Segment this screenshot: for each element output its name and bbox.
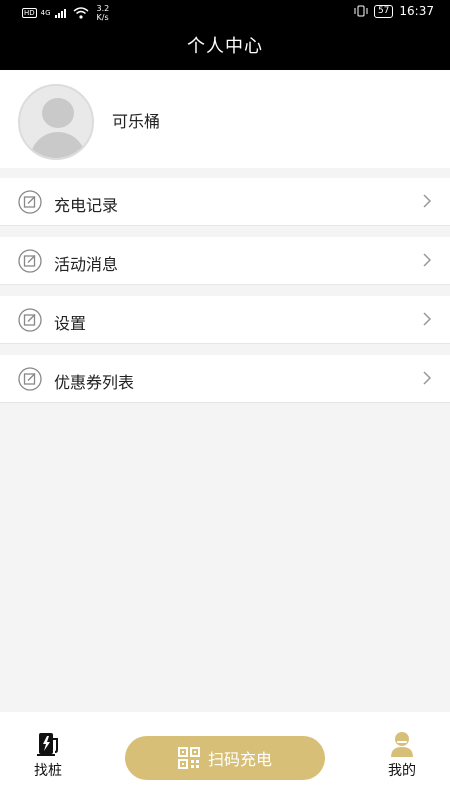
charging-station-icon	[37, 733, 58, 756]
tab-label: 找桩	[34, 763, 62, 779]
status-left: HD 4G 3.2 K/s	[22, 4, 109, 22]
edit-icon	[18, 308, 42, 332]
profile-card[interactable]: 可乐桶	[0, 70, 450, 168]
menu-item-activity-messages[interactable]: 活动消息	[0, 237, 450, 285]
user-icon	[391, 732, 413, 757]
speed-value: 3.2	[96, 4, 110, 13]
clock: 16:37	[399, 4, 434, 18]
speed-unit: K/s	[96, 13, 109, 22]
status-right: 57 16:37	[354, 4, 434, 18]
page-title: 个人中心	[0, 24, 450, 70]
vibrate-icon	[354, 5, 368, 17]
battery-icon: 57	[373, 4, 394, 18]
menu-item-label: 设置	[54, 314, 87, 333]
avatar[interactable]	[18, 84, 94, 160]
menu-item-charge-records[interactable]: 充电记录	[0, 178, 450, 226]
bottom-tab-bar: 找桩 扫码充电 我的	[0, 712, 450, 800]
tab-find-pile[interactable]: 找桩	[18, 730, 78, 780]
chevron-right-icon	[423, 312, 432, 326]
network-speed: 3.2 K/s	[97, 4, 110, 22]
wifi-icon	[73, 7, 89, 19]
chevron-right-icon	[423, 253, 432, 267]
qr-code-icon	[177, 747, 200, 769]
signal-icon	[54, 9, 66, 18]
edit-icon	[18, 190, 42, 214]
menu-item-label: 优惠券列表	[54, 373, 135, 392]
menu-item-coupons[interactable]: 优惠券列表	[0, 355, 450, 403]
menu-item-label: 活动消息	[54, 255, 119, 274]
edit-icon	[18, 249, 42, 273]
hd-badge: HD	[22, 8, 37, 18]
chevron-right-icon	[423, 194, 432, 208]
chevron-right-icon	[423, 371, 432, 385]
menu-item-label: 充电记录	[54, 196, 119, 215]
menu-item-settings[interactable]: 设置	[0, 296, 450, 344]
scan-charge-label: 扫码充电	[207, 750, 272, 769]
avatar-body	[30, 132, 86, 158]
tab-mine[interactable]: 我的	[372, 730, 432, 780]
network-type: 4G	[40, 9, 51, 17]
status-bar: HD 4G 3.2 K/s 57 16:37	[0, 0, 450, 24]
scan-charge-button[interactable]: 扫码充电	[125, 736, 325, 780]
edit-icon	[18, 367, 42, 391]
tab-label: 我的	[388, 763, 416, 779]
avatar-head	[42, 98, 74, 128]
username: 可乐桶	[112, 112, 161, 131]
